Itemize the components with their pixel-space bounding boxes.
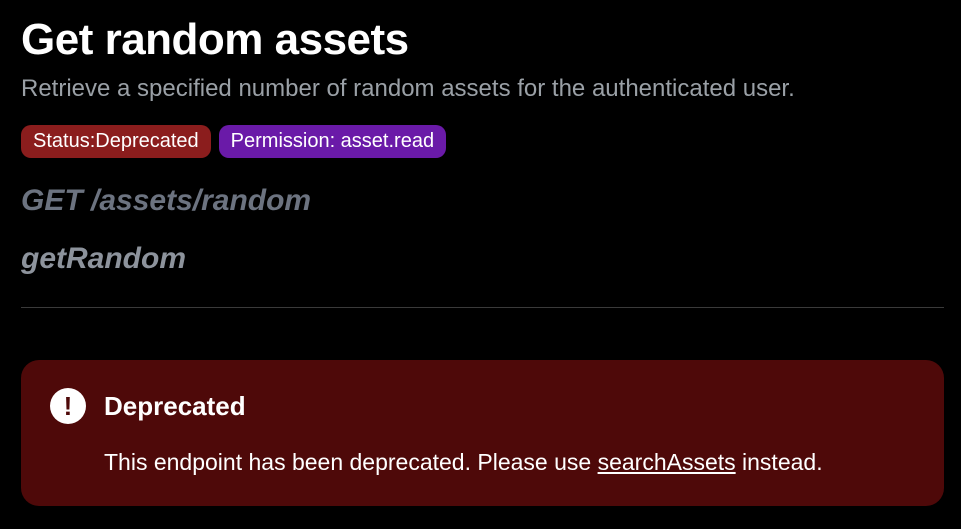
search-assets-link[interactable]: searchAssets [598,449,736,475]
operation-id: getRandom [21,242,186,275]
alert-message-after: instead. [735,449,823,475]
status-badge: Status:Deprecated [21,125,211,158]
divider [21,307,944,308]
api-doc-page: Get random assets Retrieve a specified n… [0,0,961,529]
alert-message-before: This endpoint has been deprecated. Pleas… [104,449,598,475]
alert-message: This endpoint has been deprecated. Pleas… [104,446,823,478]
exclamation-circle-icon: ! [50,388,86,424]
deprecation-alert: ! Deprecated This endpoint has been depr… [21,360,944,506]
badge-row: Status:Deprecated Permission: asset.read [21,125,447,158]
permission-badge: Permission: asset.read [218,125,447,158]
alert-title: Deprecated [104,391,246,421]
page-description: Retrieve a specified number of random as… [21,75,795,102]
endpoint-path: GET /assets/random [21,184,312,217]
page-title: Get random assets [21,15,409,64]
